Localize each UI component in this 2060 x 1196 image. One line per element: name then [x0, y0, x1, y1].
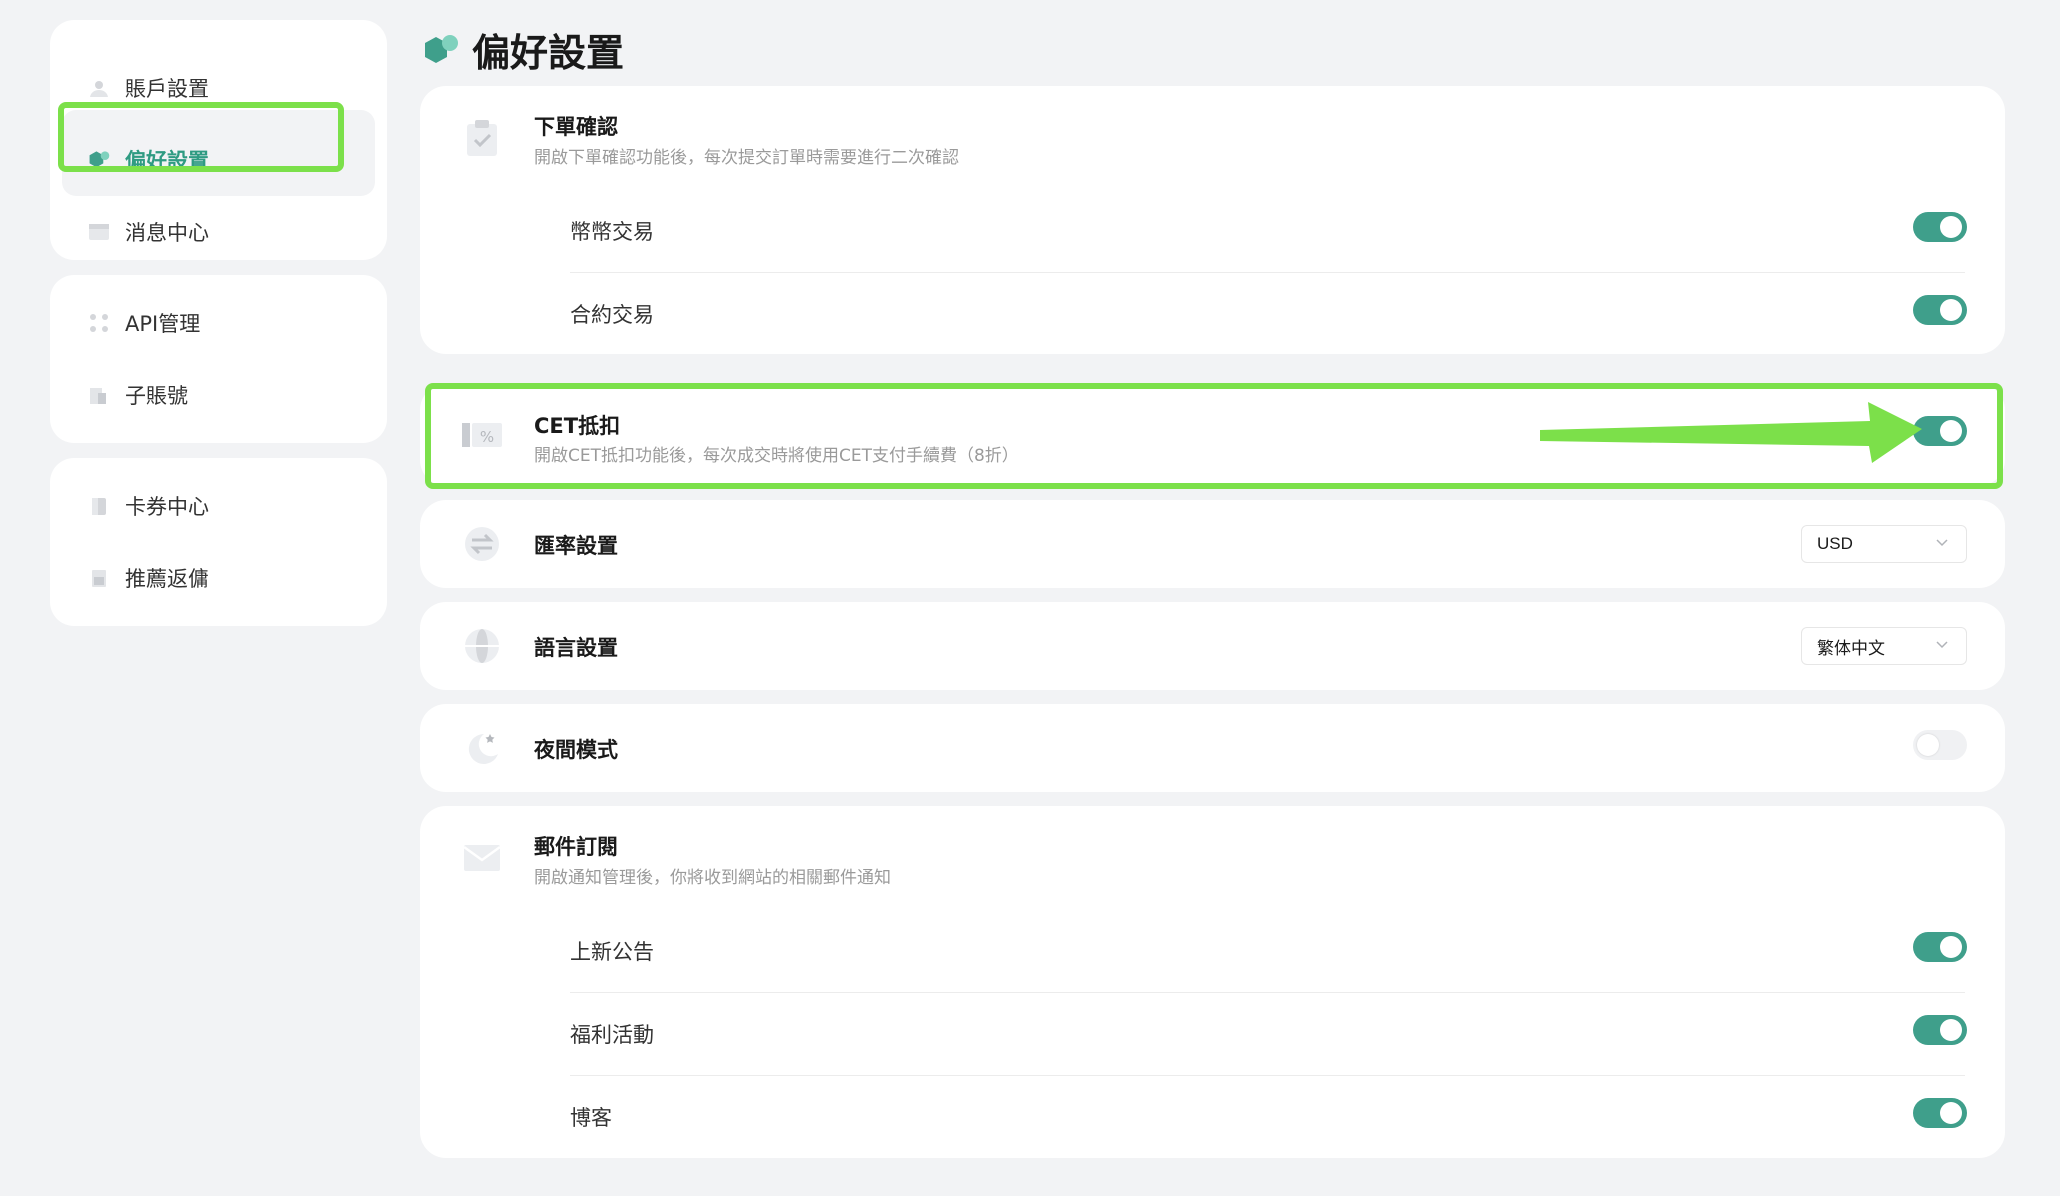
cet-deduction-card: % CET抵扣 開啟CET抵扣功能後，每次成交時將使用CET支付手續費（8折）: [420, 384, 2005, 486]
cet-deduction-toggle[interactable]: [1913, 416, 1967, 446]
sidebar-item-referral[interactable]: 推薦返傭: [50, 542, 387, 614]
sidebar-item-api[interactable]: API管理: [50, 287, 387, 359]
preferences-icon: [420, 30, 460, 70]
sidebar-item-label: API管理: [125, 312, 201, 336]
sidebar-item-label: 賬戶設置: [125, 77, 209, 101]
chevron-down-icon: [1936, 641, 1948, 649]
discount-icon: %: [460, 413, 504, 457]
order-confirm-desc: 開啟下單確認功能後，每次提交訂單時需要進行二次確認: [534, 148, 959, 168]
new-listing-toggle[interactable]: [1913, 932, 1967, 962]
currency-select[interactable]: USD: [1801, 525, 1967, 563]
night-mode-toggle[interactable]: [1913, 730, 1967, 760]
night-mode-title: 夜間模式: [534, 738, 618, 762]
svg-text:%: %: [480, 428, 494, 446]
language-select-value: 繁体中文: [1817, 638, 1885, 658]
sidebar-item-label: 推薦返傭: [125, 567, 209, 591]
night-mode-card: 夜間模式: [420, 704, 2005, 792]
spot-trading-label: 幣幣交易: [570, 220, 654, 244]
sidebar-item-label: 卡券中心: [125, 495, 209, 519]
new-listing-label: 上新公告: [570, 940, 654, 964]
blog-label: 博客: [570, 1106, 612, 1130]
exchange-icon: [460, 522, 504, 566]
contract-trading-toggle[interactable]: [1913, 295, 1967, 325]
order-confirm-title: 下單確認: [534, 115, 618, 139]
exchange-rate-card: 匯率設置 USD: [420, 500, 2005, 588]
sidebar-item-label: 消息中心: [125, 221, 209, 245]
sidebar-item-coupon-center[interactable]: 卡券中心: [50, 470, 387, 542]
promotions-toggle[interactable]: [1913, 1015, 1967, 1045]
spot-trading-toggle[interactable]: [1913, 212, 1967, 242]
sidebar-item-label: 子賬號: [125, 384, 188, 408]
contract-trading-label: 合約交易: [570, 303, 654, 327]
email-subscription-card: 郵件訂閱 開啟通知管理後，你將收到網站的相關郵件通知 上新公告 福利活動 博客: [420, 806, 2005, 1158]
currency-select-value: USD: [1817, 534, 1853, 553]
coupon-icon: [87, 494, 111, 518]
email-subscription-title: 郵件訂閱: [534, 835, 618, 859]
globe-icon: [460, 624, 504, 668]
user-icon: [87, 76, 111, 100]
sidebar-item-preferences[interactable]: 偏好設置: [50, 124, 387, 196]
preferences-icon: [87, 148, 111, 172]
sidebar-group-rewards: 卡券中心 推薦返傭: [50, 458, 387, 626]
referral-icon: [87, 566, 111, 590]
api-icon: [87, 311, 111, 335]
sidebar-group-api: API管理 子賬號: [50, 275, 387, 443]
email-subscription-desc: 開啟通知管理後，你將收到網站的相關郵件通知: [534, 868, 891, 888]
mail-icon: [460, 836, 504, 880]
page-title: 偏好設置: [420, 22, 624, 77]
language-select[interactable]: 繁体中文: [1801, 627, 1967, 665]
order-confirm-card: 下單確認 開啟下單確認功能後，每次提交訂單時需要進行二次確認 幣幣交易 合約交易: [420, 86, 2005, 354]
sidebar-item-message-center[interactable]: 消息中心: [50, 196, 387, 268]
chevron-down-icon: [1936, 539, 1948, 547]
blog-toggle[interactable]: [1913, 1098, 1967, 1128]
exchange-rate-title: 匯率設置: [534, 534, 618, 558]
clipboard-check-icon: [460, 116, 504, 160]
moon-icon: [460, 726, 504, 770]
divider: [570, 272, 1965, 273]
divider: [570, 1075, 1965, 1076]
sidebar-item-sub-account[interactable]: 子賬號: [50, 359, 387, 431]
message-icon: [87, 220, 111, 244]
cet-deduction-desc: 開啟CET抵扣功能後，每次成交時將使用CET支付手續費（8折）: [534, 446, 1019, 466]
cet-deduction-title: CET抵扣: [534, 414, 621, 438]
sub-account-icon: [87, 383, 111, 407]
page-title-text: 偏好設置: [472, 31, 625, 75]
language-card: 語言設置 繁体中文: [420, 602, 2005, 690]
sidebar-group-account: 賬戶設置 偏好設置 消息中心: [50, 20, 387, 260]
divider: [570, 992, 1965, 993]
sidebar-item-label: 偏好設置: [125, 149, 209, 173]
promotions-label: 福利活動: [570, 1023, 654, 1047]
language-title: 語言設置: [534, 636, 618, 660]
